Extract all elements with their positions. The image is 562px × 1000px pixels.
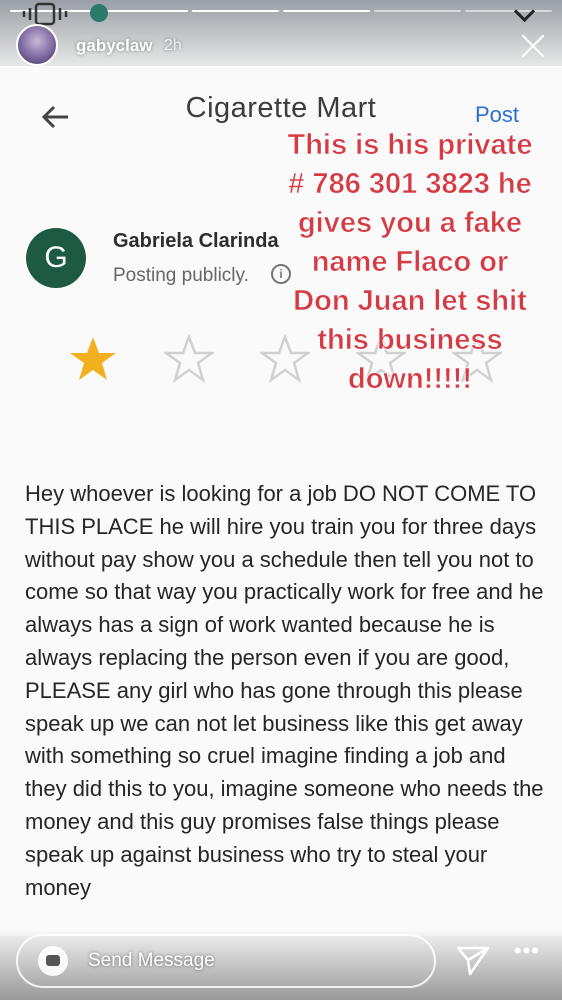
progress-segment <box>465 10 552 12</box>
progress-segment <box>283 10 370 12</box>
camera-icon[interactable] <box>38 946 68 976</box>
posting-status: Posting publicly. <box>113 265 249 286</box>
avatar[interactable] <box>16 24 58 66</box>
star-empty-icon <box>164 334 214 384</box>
progress-segment <box>374 10 461 12</box>
review-text: Hey whoever is looking for a job DO NOT … <box>25 481 544 900</box>
reviewer-name: Gabriela Clarinda <box>113 230 279 252</box>
star-filled-icon <box>70 337 116 380</box>
more-options-icon[interactable]: ••• <box>514 938 540 964</box>
progress-segment <box>101 10 188 12</box>
story-caption: This is his private # 786 301 3823 he gi… <box>287 129 533 396</box>
review-screenshot: Cigarette Mart Post G Gabriela Clarinda … <box>0 66 562 936</box>
story-footer: Send Message ••• <box>0 930 562 1000</box>
send-icon[interactable] <box>456 946 490 976</box>
close-icon[interactable] <box>520 33 546 59</box>
send-message-input[interactable]: Send Message <box>16 934 436 988</box>
status-dot-icon <box>90 4 108 22</box>
story-username[interactable]: gabyclaw <box>76 36 153 56</box>
send-message-placeholder: Send Message <box>88 950 215 971</box>
reviewer-avatar: G <box>26 228 86 288</box>
vibrate-icon <box>22 2 68 26</box>
progress-segment <box>192 10 279 12</box>
story-time: 2h <box>164 37 182 54</box>
post-button: Post <box>475 102 520 127</box>
